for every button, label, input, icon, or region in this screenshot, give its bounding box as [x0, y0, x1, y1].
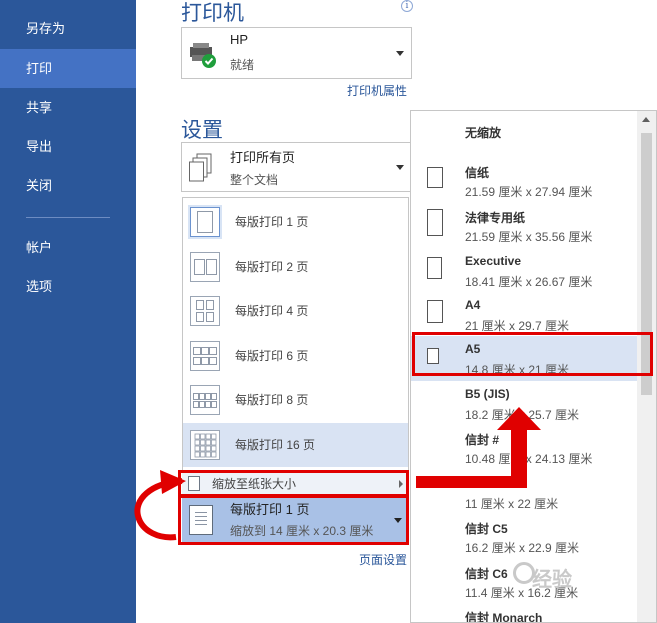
watermark-text: 经验: [532, 569, 572, 591]
annotation-arrows: [134, 407, 541, 541]
